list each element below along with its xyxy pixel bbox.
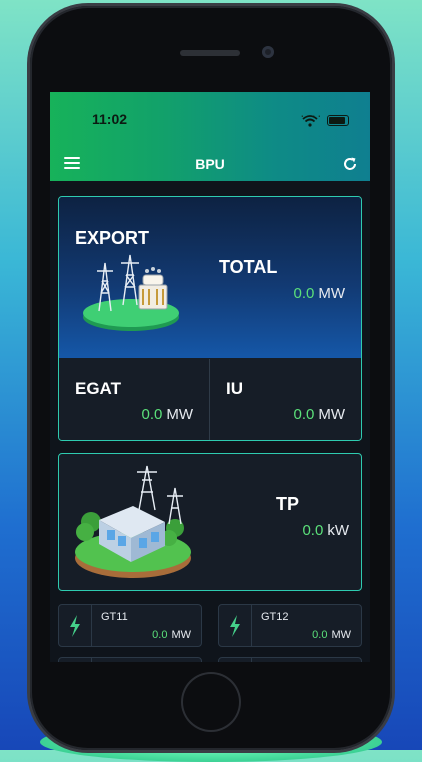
egat-label: EGAT [75, 379, 121, 398]
generator-card-partial[interactable] [58, 657, 202, 662]
generator-card-partial[interactable] [218, 657, 362, 662]
column-divider [209, 359, 210, 440]
lightning-bolt-icon [230, 615, 240, 637]
lightning-bolt-icon [70, 615, 80, 637]
page-title: BPU [195, 156, 225, 172]
iu-label: IU [226, 379, 243, 398]
bolt-icon-box [219, 658, 252, 662]
export-total-panel: EXPORT TOTAL 0.0 MW [59, 197, 361, 358]
earpiece-speaker [180, 50, 240, 56]
generator-name: GT12 [261, 611, 289, 623]
generator-card-gt11[interactable]: GT11 0.0 MW [58, 604, 202, 647]
bolt-icon-box [59, 658, 92, 662]
refresh-icon[interactable] [342, 156, 358, 172]
home-button[interactable] [183, 674, 239, 730]
app-screen: 11:02 ···· BPU EXPORT TOTAL 0.0 MW EGAT … [50, 92, 370, 662]
wifi-icon [302, 115, 318, 127]
app-bar: 11:02 ···· BPU [50, 92, 370, 181]
export-breakdown: EGAT 0.0 MW IU 0.0 MW [59, 359, 361, 440]
tp-label: TP [276, 494, 300, 514]
phone-frame: 11:02 ···· BPU EXPORT TOTAL 0.0 MW EGAT … [30, 6, 392, 750]
generator-value: 0.0 MW [152, 629, 191, 641]
front-camera [262, 46, 274, 58]
egat-value: 0.0 MW [141, 406, 193, 423]
generator-card-gt12[interactable]: GT12 0.0 MW [218, 604, 362, 647]
generator-name: GT11 [101, 611, 128, 623]
generator-value: 0.0 MW [312, 629, 351, 641]
battery-icon [327, 115, 349, 126]
iu-value: 0.0 MW [293, 406, 345, 423]
transmission-substation-icon [83, 254, 179, 331]
total-value: 0.0 MW [293, 285, 345, 302]
export-title: EXPORT [75, 228, 150, 248]
total-label: TOTAL [219, 257, 278, 277]
tp-value: 0.0 kW [302, 522, 349, 539]
bolt-icon-box [59, 605, 92, 646]
export-card[interactable]: EXPORT TOTAL 0.0 MW EGAT 0.0 MW IU 0.0 M… [58, 196, 362, 441]
tp-card[interactable]: TP 0.0 kW [58, 453, 362, 591]
status-time: 11:02 [92, 111, 128, 127]
power-plant-building-icon [75, 465, 191, 578]
bolt-icon-box [219, 605, 252, 646]
